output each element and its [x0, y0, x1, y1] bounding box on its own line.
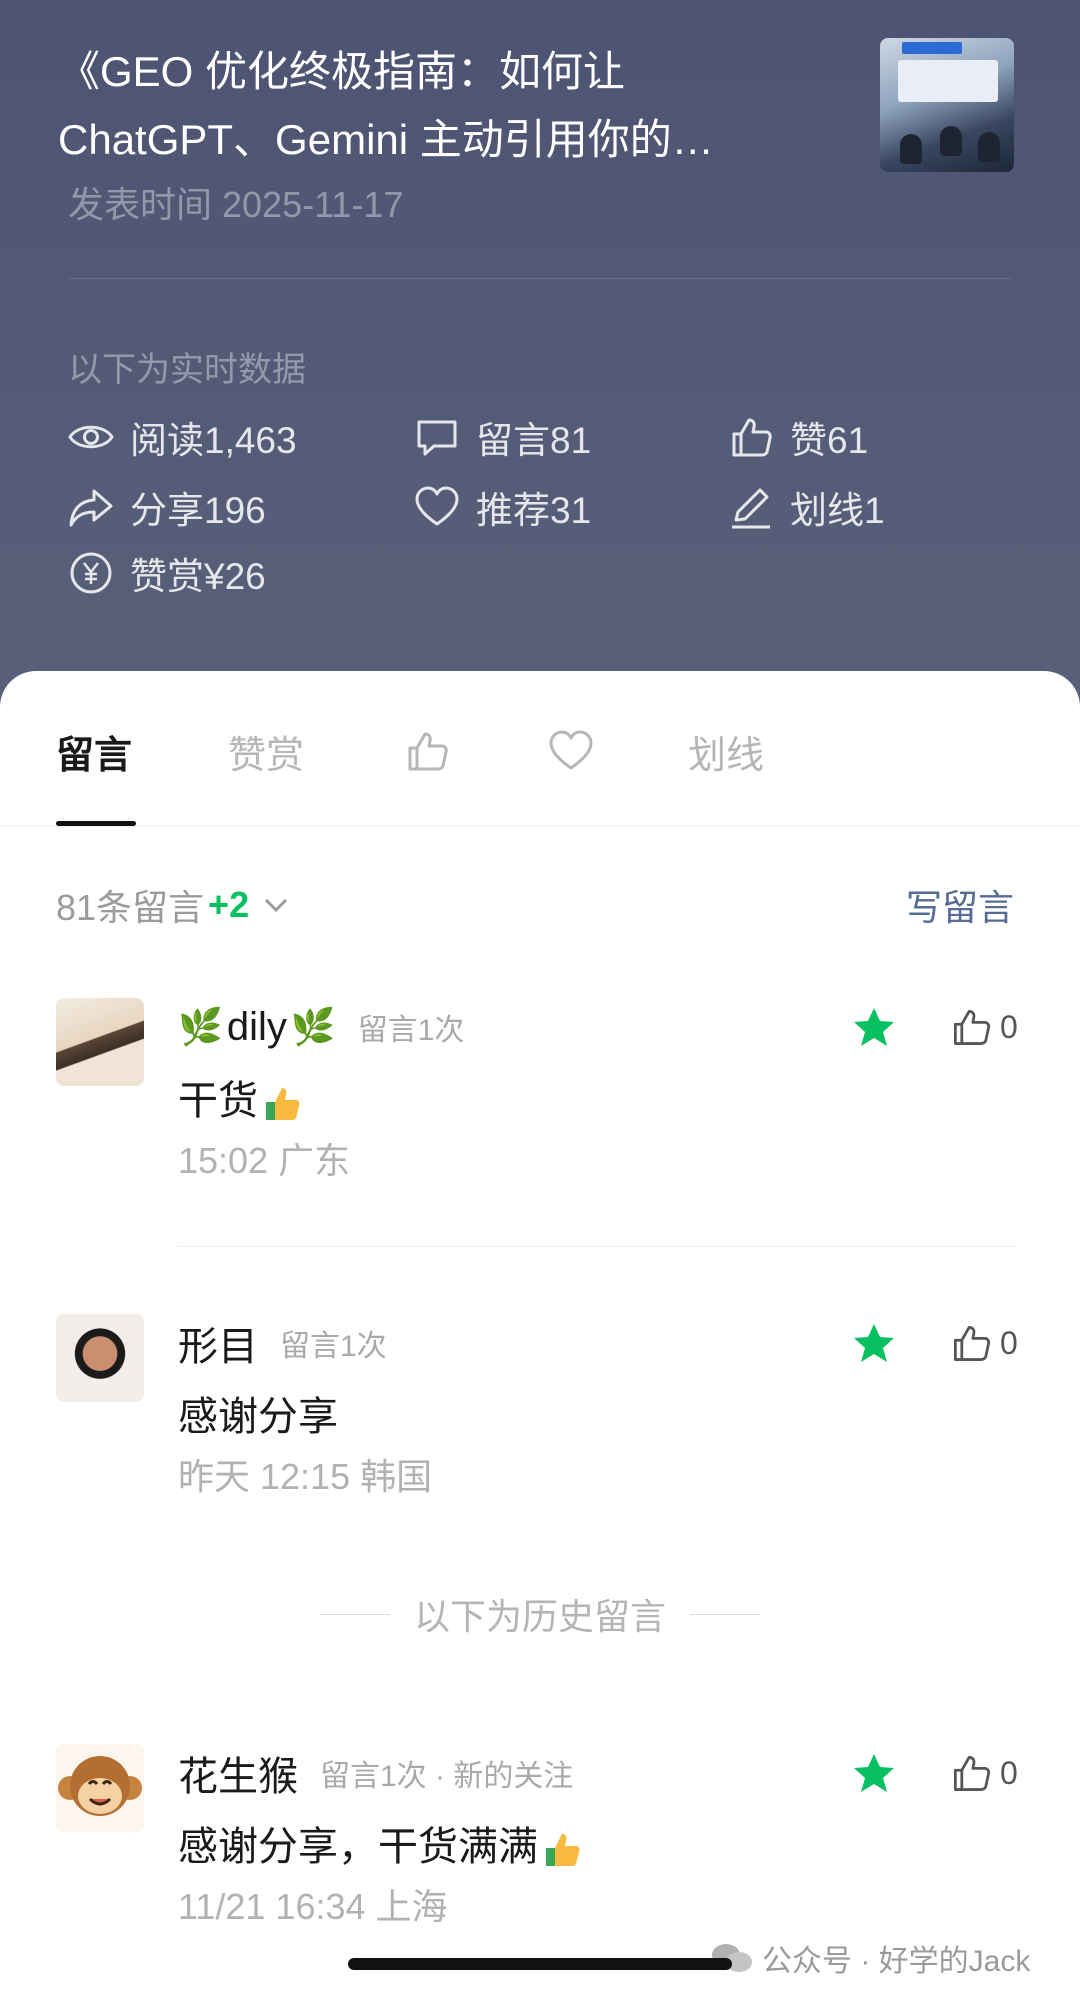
thumbs-up-icon [953, 1009, 991, 1045]
stat-underline-label: 划线1 [790, 490, 885, 531]
comment-text: 感谢分享 [178, 1395, 338, 1439]
history-line [690, 1613, 760, 1615]
share-icon [69, 489, 113, 527]
tab-comments[interactable]: 留言 [56, 723, 132, 779]
publish-time: 发表时间 2025-11-17 [68, 184, 404, 225]
comment-like-button[interactable]: 0 [948, 998, 1018, 1056]
thumbnail-person [978, 132, 1000, 162]
article-stats-header: 《GEO 优化终极指南：如何让ChatGPT、Gemini 主动引用你的… 发表… [0, 0, 1080, 700]
write-comment-button[interactable]: 写留言 [906, 879, 1014, 931]
header-divider [68, 278, 1012, 279]
thumbs-up-icon [953, 1325, 991, 1361]
thumbs-up-emoji-icon [266, 1088, 300, 1121]
stat-reward: 赞赏¥26 [66, 548, 266, 598]
active-tab-indicator [56, 821, 136, 826]
stat-comments-label: 留言81 [476, 420, 592, 461]
thumbs-up-icon [953, 1755, 991, 1791]
comment-author[interactable]: 花生猴 留言1次 · 新的关注 [178, 1744, 573, 1802]
yen-coin-icon [70, 552, 112, 594]
realtime-label: 以下为实时数据 [68, 351, 306, 389]
home-indicator[interactable] [348, 1958, 732, 1970]
comment-like-button[interactable]: 0 [948, 1744, 1018, 1802]
stat-shares-label: 分享196 [130, 490, 266, 531]
comment-icon [417, 420, 457, 456]
stat-shares: 分享196 [66, 482, 266, 532]
tab-reward[interactable]: 赞赏 [228, 723, 304, 779]
leaf-icon: 🌿 [178, 1006, 223, 1047]
star-icon[interactable] [850, 1750, 898, 1798]
comment-author-name: 花生猴 [178, 1755, 298, 1799]
avatar[interactable] [56, 1744, 144, 1832]
comment-count-row[interactable]: 81条留言 +2 [56, 879, 293, 931]
comment-meta: 留言1次 · 新的关注 [320, 1760, 574, 1793]
stat-recommend: 推荐31 [412, 482, 591, 532]
watermark: 公众号 · 好学的Jack [710, 1936, 1030, 1980]
thumbnail-person [940, 126, 962, 156]
comment-count: 81条留言 [56, 887, 205, 928]
history-label: 以下为历史留言 [413, 1596, 666, 1637]
pen-icon [732, 488, 770, 529]
comment-text-body: 感谢分享，干货满满 [178, 1825, 538, 1869]
comment-time: 15:02 广东 [178, 1140, 351, 1181]
stat-comments: 留言81 [412, 412, 591, 462]
comment-author-name: 形目 [178, 1325, 258, 1369]
chevron-down-icon [265, 898, 288, 913]
watermark-text: 公众号 · 好学的Jack [762, 1945, 1031, 1978]
comment-text: 干货 [178, 1068, 304, 1126]
new-comment-count: +2 [208, 884, 250, 925]
thumbs-up-icon [732, 418, 772, 457]
comment-like-count: 0 [1000, 1754, 1018, 1791]
tab-bar: 留言 赞赏 划线 [0, 671, 1080, 827]
stat-read: 阅读1,463 [66, 412, 297, 462]
monkey-icon [58, 1756, 142, 1816]
stat-likes-label: 赞61 [790, 420, 869, 461]
thumbs-up-icon [408, 732, 448, 771]
history-line [319, 1613, 390, 1615]
eye-icon [68, 425, 114, 449]
article-thumbnail[interactable] [880, 38, 1014, 172]
comment-text-body: 干货 [178, 1079, 258, 1123]
article-title[interactable]: 《GEO 优化终极指南：如何让ChatGPT、Gemini 主动引用你的… [58, 38, 818, 174]
comment-author[interactable]: 形目 留言1次 [178, 1314, 387, 1372]
stat-recommend-label: 推荐31 [476, 490, 592, 531]
heart-icon [549, 730, 593, 770]
stat-reward-label: 赞赏¥26 [130, 556, 266, 597]
comment-author[interactable]: 🌿 dily 🌿 留言1次 [178, 998, 464, 1056]
stat-read-label: 阅读1,463 [130, 420, 297, 461]
comment-time: 昨天 12:15 韩国 [178, 1456, 433, 1497]
thumbnail-screen [898, 60, 998, 102]
history-divider: 以下为历史留言 [0, 1588, 1080, 1640]
thumbs-up-emoji-icon [546, 1834, 580, 1867]
comment-meta: 留言1次 [280, 1330, 387, 1363]
comment-like-count: 0 [1000, 1324, 1018, 1361]
stat-likes: 赞61 [726, 412, 868, 462]
heart-icon [415, 486, 459, 526]
stat-underline: 划线1 [726, 482, 885, 532]
comment-meta: 留言1次 [357, 1014, 465, 1047]
star-icon[interactable] [850, 1004, 898, 1052]
tab-likes[interactable] [402, 723, 452, 779]
comment-author-name: dily [226, 1004, 287, 1049]
thumbnail-logo [902, 42, 962, 54]
tab-recommend[interactable] [546, 723, 596, 779]
star-icon[interactable] [850, 1320, 898, 1368]
thumbnail-person [900, 134, 922, 164]
tab-underline[interactable]: 划线 [688, 723, 764, 779]
leaf-icon: 🌿 [290, 1006, 336, 1047]
comment-text: 感谢分享，干货满满 [178, 1814, 584, 1872]
avatar[interactable] [56, 998, 144, 1086]
comment-like-count: 0 [1000, 1008, 1018, 1045]
avatar[interactable] [56, 1314, 144, 1402]
comment-time: 11/21 16:34 上海 [178, 1886, 448, 1927]
comment-like-button[interactable]: 0 [948, 1314, 1018, 1372]
comment-divider [178, 1246, 1018, 1247]
